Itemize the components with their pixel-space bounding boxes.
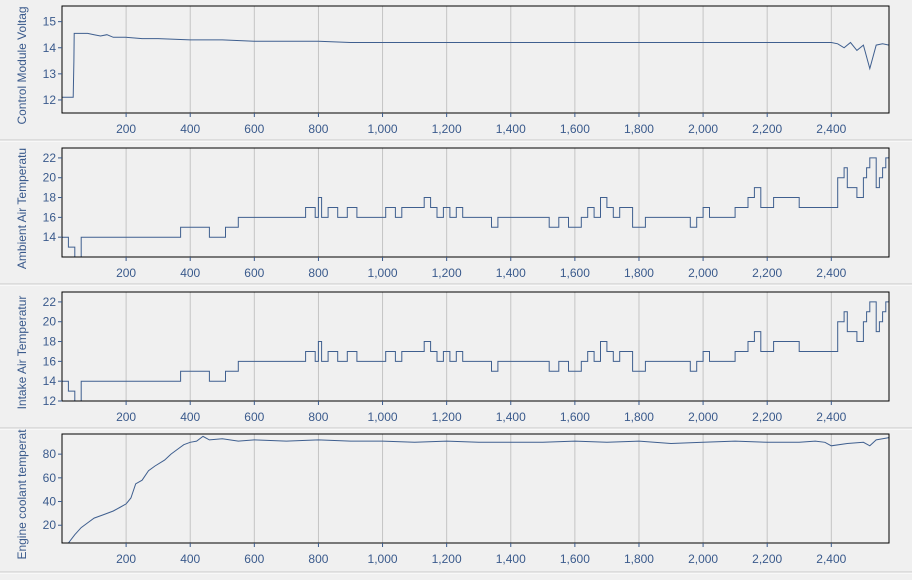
x-tick-label: 800 [308,552,328,566]
chart-panel-1: 12 13 14 15 200 400 600 800 1,000 1,200 1,400 1,600… [0,5,912,142]
y-axis-label: Engine coolant temperat [15,429,29,560]
x-tick-label: 2,200 [752,266,782,280]
x-tick-label: 1,200 [432,552,462,566]
y-tick-label: 40 [43,495,57,509]
chart-panel-3: 12 14 16 18 20 22 200 400 600 800 1,000 1,200 1,400 1… [0,291,912,430]
x-tick-label: 1,800 [624,552,654,566]
x-tick-label: 600 [244,122,264,136]
x-tick-label: 2,400 [816,410,846,424]
x-tick-label: 1,600 [560,552,590,566]
x-tick-label: 2,200 [752,122,782,136]
x-tick-label: 2,000 [688,552,718,566]
x-tick-label: 600 [244,410,264,424]
x-tick-label: 1,200 [432,410,462,424]
x-tick-label: 400 [180,122,200,136]
y-tick-label: 13 [43,67,57,81]
y-tick-label: 14 [43,230,57,244]
x-tick-label: 2,200 [752,410,782,424]
x-tick-label: 2,000 [688,266,718,280]
y-tick-label: 18 [43,191,57,205]
charts-svg: 12 13 14 15 200 400 600 800 1,000 1,200 1,400 1,600… [0,5,912,574]
y-axis-label: Intake Air Temperatur [15,296,29,410]
x-tick-label: 2,200 [752,552,782,566]
x-tick-label: 1,800 [624,410,654,424]
x-tick-label: 1,600 [560,410,590,424]
x-tick-label: 1,600 [560,266,590,280]
y-tick-label: 20 [43,171,57,185]
x-tick-label: 1,400 [496,410,526,424]
x-tick-label: 1,800 [624,122,654,136]
chart-panel-4: 20 40 60 80 200 400 600 800 1,000 1,200 1,400 1,600… [0,429,912,574]
x-tick-label: 1,400 [496,552,526,566]
y-tick-label: 60 [43,471,57,485]
y-tick-label: 14 [43,374,57,388]
x-tick-label: 200 [116,552,136,566]
x-tick-label: 2,400 [816,266,846,280]
x-tick-label: 600 [244,266,264,280]
x-tick-label: 200 [116,410,136,424]
x-tick-label: 1,400 [496,122,526,136]
y-tick-label: 18 [43,335,57,349]
plot-area [62,6,889,113]
x-tick-label: 2,000 [688,410,718,424]
x-tick-label: 1,000 [368,266,398,280]
x-tick-label: 1,200 [432,122,462,136]
y-tick-label: 20 [43,315,57,329]
plot-area [62,292,889,401]
plot-area [62,434,889,543]
x-tick-label: 400 [180,410,200,424]
x-tick-label: 2,400 [816,122,846,136]
x-tick-label: 1,400 [496,266,526,280]
y-tick-label: 16 [43,210,57,224]
y-tick-label: 12 [43,394,57,408]
x-tick-label: 800 [308,410,328,424]
x-tick-label: 200 [116,122,136,136]
x-tick-label: 2,000 [688,122,718,136]
y-tick-label: 14 [43,41,57,55]
x-tick-label: 600 [244,552,264,566]
x-tick-label: 800 [308,122,328,136]
x-tick-label: 1,000 [368,122,398,136]
y-tick-label: 12 [43,93,57,107]
y-axis-label: Control Module Voltag [15,6,29,124]
x-tick-label: 1,200 [432,266,462,280]
y-axis-label: Ambient Air Temperatu [15,148,29,269]
x-tick-label: 2,400 [816,552,846,566]
x-tick-label: 1,000 [368,552,398,566]
y-tick-label: 20 [43,518,57,532]
y-tick-label: 22 [43,151,57,165]
x-tick-label: 200 [116,266,136,280]
y-tick-label: 15 [43,15,57,29]
x-tick-label: 800 [308,266,328,280]
chart-panel-2: 14 16 18 20 22 200 400 600 800 1,000 1,200 1,400 1,6… [0,147,912,286]
x-tick-label: 400 [180,266,200,280]
chart-stack: 12 13 14 15 200 400 600 800 1,000 1,200 1,400 1,600… [0,0,912,575]
y-tick-label: 16 [43,354,57,368]
y-tick-label: 80 [43,447,57,461]
x-tick-label: 400 [180,552,200,566]
plot-area [62,148,889,257]
x-tick-label: 1,600 [560,122,590,136]
x-tick-label: 1,000 [368,410,398,424]
y-tick-label: 22 [43,295,57,309]
x-tick-label: 1,800 [624,266,654,280]
